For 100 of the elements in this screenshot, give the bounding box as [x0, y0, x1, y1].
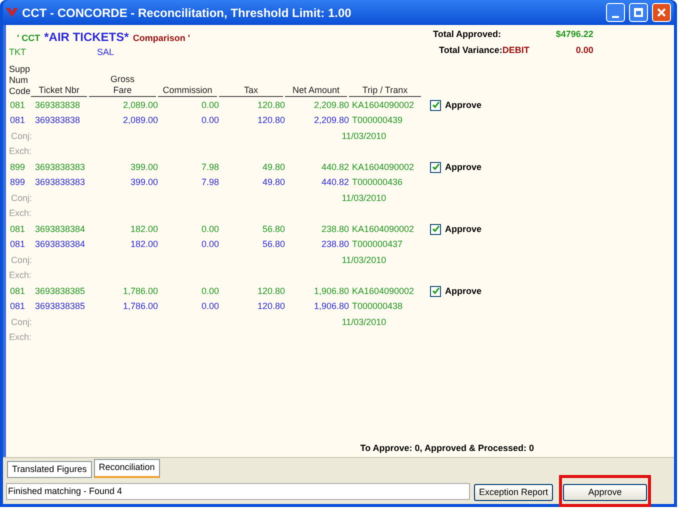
- column-header: Trip / Tranx: [349, 84, 421, 96]
- tab[interactable]: Reconciliation: [94, 459, 160, 478]
- table-cell-text: 899: [10, 160, 26, 174]
- source-label: ' CCT: [17, 32, 40, 45]
- table-cell-text: 0.00: [200, 114, 219, 127]
- column-header: Gross Fare: [89, 74, 156, 96]
- approve-button[interactable]: Approve: [563, 484, 648, 502]
- column-header: Ticket Nbr: [31, 84, 87, 96]
- check-icon: [432, 225, 440, 234]
- date-cell-text: 11/03/2010: [340, 316, 388, 328]
- table-cell-text: 49.80: [261, 160, 285, 174]
- table-cell-text: 081: [10, 238, 26, 251]
- table-cell-text: 3693838383: [34, 176, 86, 189]
- table-cell-text: 0.00: [200, 284, 219, 298]
- logo-icon: [6, 8, 18, 18]
- window-title: CCT - CONCORDE - Reconcilitation, Threshold Limit: 1.00: [22, 4, 352, 22]
- section-title: *AIR TICKETS*: [44, 29, 129, 46]
- table-cell-text: 7.98: [200, 176, 219, 189]
- column-header: Tax: [219, 84, 283, 96]
- summary-text: To Approve: 0, Approved & Processed: 0: [360, 442, 534, 455]
- table-cell-text: 440.82: [320, 176, 349, 189]
- table-cell-text: 56.80: [261, 222, 285, 236]
- approve-checkbox[interactable]: Approve: [430, 98, 482, 113]
- table-cell-text: 399.00: [129, 160, 158, 174]
- total-variance-label: Total Variance:: [439, 44, 502, 57]
- exch-label: Exch:: [9, 207, 32, 220]
- table-cell-text: 2,089.00: [122, 114, 158, 127]
- conj-label: Conj:: [10, 316, 34, 329]
- table-cell-text: 49.80: [261, 176, 285, 189]
- close-button[interactable]: [652, 3, 671, 22]
- tkt-label: TKT: [9, 46, 27, 59]
- table-cell-text: T000000438: [351, 300, 404, 313]
- table-cell-text: 182.00: [129, 222, 158, 236]
- table-cell-text: 1,786.00: [122, 300, 158, 313]
- status-field[interactable]: Finished matching - Found 4: [6, 482, 470, 500]
- approve-checkbox[interactable]: Approve: [430, 222, 482, 237]
- table-cell-text: 3693838383: [34, 160, 86, 174]
- table-cell-text: KA1604090002: [351, 160, 416, 174]
- table-cell-text: 899: [10, 176, 26, 189]
- table-cell-text: 440.82: [320, 160, 349, 174]
- exch-label: Exch:: [9, 269, 32, 282]
- table-cell-text: 2,209.80: [312, 98, 349, 112]
- check-icon: [432, 163, 440, 172]
- approve-checkbox[interactable]: Approve: [430, 284, 482, 299]
- table-cell-text: 7.98: [200, 160, 219, 174]
- column-header: Net Amount: [285, 84, 347, 96]
- check-icon: [432, 101, 440, 110]
- table-cell-text: 1,906.80: [312, 284, 349, 298]
- approve-checkbox[interactable]: Approve: [430, 160, 482, 175]
- table-cell-text: 3693838384: [34, 222, 86, 236]
- exch-label: Exch:: [9, 331, 32, 344]
- column-header: Commission: [158, 84, 217, 96]
- conj-label: Conj:: [10, 130, 34, 143]
- table-cell-text: 120.80: [256, 284, 285, 298]
- date-cell-text: 11/03/2010: [340, 254, 388, 266]
- comparison-label: Comparison ': [132, 32, 190, 45]
- total-approved-label: Total Approved:: [433, 28, 502, 41]
- table-cell-text: 2,089.00: [122, 98, 158, 112]
- date-cell-text: 11/03/2010: [340, 192, 388, 204]
- table-cell-text: 369383838: [34, 98, 82, 112]
- tab[interactable]: Translated Figures: [7, 461, 92, 478]
- table-cell-text: 3693838385: [34, 284, 86, 298]
- table-cell-text: 238.80: [320, 238, 349, 251]
- total-approved-value: $4796.22: [554, 28, 594, 41]
- check-icon: [432, 287, 440, 296]
- table-cell-text: KA1604090002: [351, 284, 416, 298]
- table-cell-text: 081: [10, 222, 26, 236]
- table-cell-text: 238.80: [320, 222, 349, 236]
- table-cell-text: KA1604090002: [351, 98, 416, 112]
- table-cell-text: 0.00: [200, 98, 219, 112]
- table-cell-text: 56.80: [261, 238, 285, 251]
- table-cell-text: 081: [10, 284, 26, 298]
- table-cell-text: 0.00: [200, 222, 219, 236]
- table-cell-text: 1,906.80: [312, 300, 349, 313]
- exception-report-button[interactable]: Exception Report: [474, 484, 554, 502]
- conj-label: Conj:: [10, 254, 34, 267]
- minimize-button[interactable]: [606, 3, 625, 22]
- maximize-button[interactable]: [629, 3, 648, 22]
- total-variance-value: 0.00: [574, 44, 594, 57]
- close-icon: [657, 8, 666, 17]
- table-cell-text: T000000436: [351, 176, 404, 189]
- table-cell-text: 120.80: [256, 114, 285, 127]
- conj-label: Conj:: [10, 192, 34, 205]
- table-cell-text: 120.80: [256, 98, 285, 112]
- table-cell-text: 0.00: [200, 238, 219, 251]
- table-cell-text: 0.00: [200, 300, 219, 313]
- date-cell-text: 11/03/2010: [340, 130, 388, 142]
- table-cell-text: 182.00: [129, 238, 158, 251]
- table-cell-text: 081: [10, 300, 26, 313]
- table-cell-text: 399.00: [129, 176, 158, 189]
- sal-label: SAL: [97, 46, 114, 59]
- table-cell-text: T000000439: [351, 114, 404, 127]
- exch-label: Exch:: [9, 145, 32, 158]
- table-cell-text: 1,786.00: [122, 284, 158, 298]
- table-cell-text: 081: [10, 98, 26, 112]
- table-cell-text: 369383838: [34, 114, 82, 127]
- table-cell-text: T000000437: [351, 238, 404, 251]
- table-cell-text: KA1604090002: [351, 222, 416, 236]
- table-cell-text: 2,209.80: [312, 114, 349, 127]
- table-cell-text: 120.80: [256, 300, 285, 313]
